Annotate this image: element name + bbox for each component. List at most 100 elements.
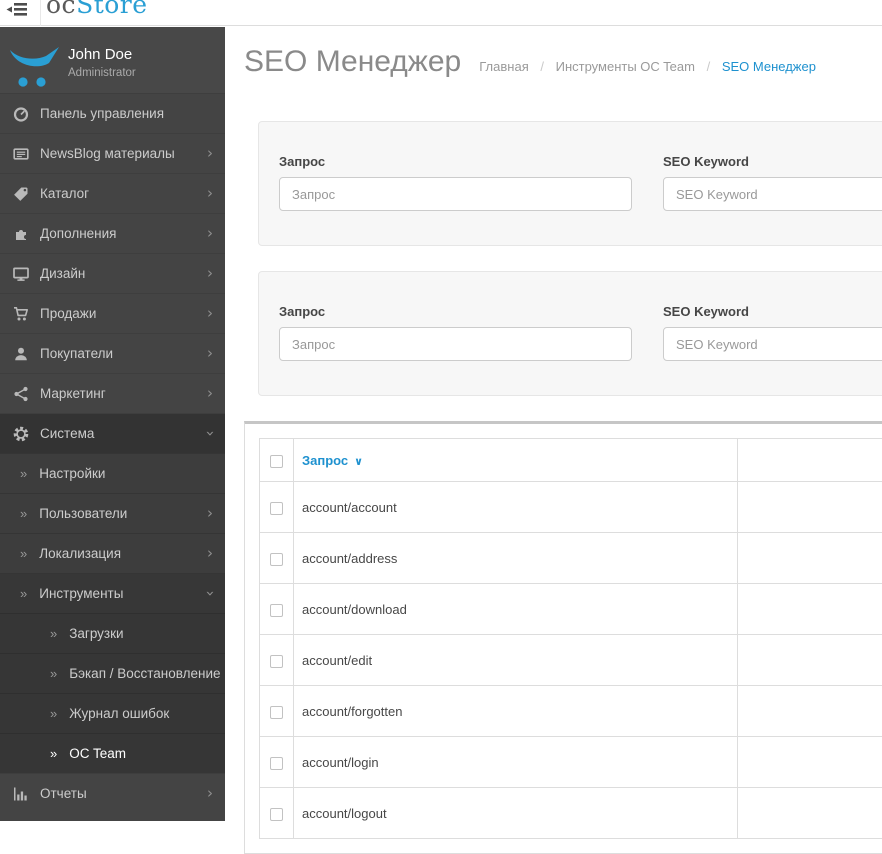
sidebar-item-label: Инструменты — [39, 586, 123, 601]
sidebar-item-catalog[interactable]: Каталог › — [0, 173, 225, 213]
query-label: Запрос — [279, 304, 632, 319]
newspaper-icon — [12, 146, 30, 162]
user-icon — [12, 346, 30, 362]
sidebar-item-error-log[interactable]: » Журнал ошибок — [0, 693, 225, 733]
chevron-right-icon: › — [207, 186, 213, 201]
desktop-icon — [12, 266, 30, 282]
sidebar-item-sales[interactable]: Продажи › — [0, 293, 225, 333]
seo-list-panel-body: Запрос∨ account/account account/address — [245, 424, 882, 853]
seo-keyword-cell — [738, 482, 882, 533]
sidebar-item-settings[interactable]: » Настройки — [0, 453, 225, 493]
sidebar-item-dashboard[interactable]: Панель управления — [0, 93, 225, 133]
sidebar-item-extensions[interactable]: Дополнения › — [0, 213, 225, 253]
sidebar-item-label: Система — [40, 426, 94, 441]
filter-field-seo-keyword: SEO Keyword — [663, 304, 882, 361]
tag-icon — [12, 186, 30, 202]
angle-double-right-icon: » — [20, 546, 27, 561]
sidebar-item-design[interactable]: Дизайн › — [0, 253, 225, 293]
page-header: SEO Менеджер Главная / Инструменты OC Te… — [244, 41, 882, 83]
sidebar-item-localisation[interactable]: » Локализация › — [0, 533, 225, 573]
query-cell: account/account — [294, 482, 738, 533]
filter-panel-1: Запрос SEO Keyword — [258, 121, 882, 246]
logo-text-oc: oc — [46, 0, 76, 19]
sidebar-item-label: Загрузки — [69, 626, 123, 641]
seo-keyword-label: SEO Keyword — [663, 154, 882, 169]
select-all-checkbox[interactable] — [270, 455, 283, 468]
seo-keyword-input[interactable] — [663, 327, 882, 361]
sidebar-item-tools[interactable]: » Инструменты › — [0, 573, 225, 613]
dashboard-icon — [12, 106, 30, 122]
seo-keyword-input[interactable] — [663, 177, 882, 211]
breadcrumb-tools-link[interactable]: Инструменты OC Team — [556, 59, 695, 74]
filter-field-seo-keyword: SEO Keyword — [663, 154, 882, 211]
breadcrumb-separator: / — [707, 59, 711, 74]
row-checkbox[interactable] — [270, 655, 283, 668]
seo-keyword-column-header — [738, 439, 882, 482]
chevron-down-icon: › — [203, 591, 218, 597]
angle-double-right-icon: » — [50, 746, 57, 761]
angle-double-right-icon: » — [50, 666, 57, 681]
seo-keyword-cell — [738, 788, 882, 839]
row-checkbox[interactable] — [270, 502, 283, 515]
table-row: account/login — [260, 737, 882, 788]
main-content: SEO Менеджер Главная / Инструменты OC Te… — [225, 27, 882, 854]
chevron-right-icon: › — [207, 346, 213, 361]
bar-chart-icon — [12, 786, 30, 802]
sidebar-item-customers[interactable]: Покупатели › — [0, 333, 225, 373]
query-cell: account/forgotten — [294, 686, 738, 737]
page-title: SEO Менеджер — [244, 41, 461, 83]
query-label: Запрос — [279, 154, 632, 169]
row-checkbox[interactable] — [270, 604, 283, 617]
query-cell: account/download — [294, 584, 738, 635]
breadcrumb-home-link[interactable]: Главная — [479, 59, 528, 74]
seo-keyword-cell — [738, 533, 882, 584]
sidebar-item-newsblog[interactable]: NewsBlog материалы › — [0, 133, 225, 173]
query-input[interactable] — [279, 327, 632, 361]
row-checkbox[interactable] — [270, 706, 283, 719]
sidebar-item-reports[interactable]: Отчеты › — [0, 773, 225, 813]
sidebar-item-users[interactable]: » Пользователи › — [0, 493, 225, 533]
chevron-right-icon: › — [207, 546, 213, 561]
seo-keyword-cell — [738, 584, 882, 635]
filter-section: Запрос SEO Keyword Запрос SEO Keyword — [244, 121, 882, 396]
puzzle-piece-icon — [12, 226, 30, 242]
sidebar-item-label: NewsBlog материалы — [40, 146, 175, 161]
filter-panel-2: Запрос SEO Keyword — [258, 271, 882, 396]
breadcrumb: Главная / Инструменты OC Team / SEO Мене… — [479, 59, 816, 74]
chevron-down-icon: › — [203, 431, 218, 437]
row-checkbox[interactable] — [270, 757, 283, 770]
table-row: account/edit — [260, 635, 882, 686]
sidebar-item-system[interactable]: Система › — [0, 413, 225, 453]
angle-double-right-icon: » — [20, 586, 27, 601]
sidebar-item-label: Бэкап / Восстановление — [69, 666, 220, 681]
table-header-row: Запрос∨ — [260, 439, 882, 482]
query-cell: account/edit — [294, 635, 738, 686]
angle-double-right-icon: » — [20, 506, 27, 521]
row-checkbox[interactable] — [270, 553, 283, 566]
sidebar-item-oc-team[interactable]: » OC Team — [0, 733, 225, 773]
menu-toggle-button[interactable] — [6, 2, 28, 20]
query-column-header: Запрос — [302, 453, 348, 468]
outdent-icon — [6, 2, 28, 20]
row-checkbox[interactable] — [270, 808, 283, 821]
chevron-right-icon: › — [207, 146, 213, 161]
sidebar-item-backup-restore[interactable]: » Бэкап / Восстановление — [0, 653, 225, 693]
user-info: John Doe Administrator — [68, 46, 136, 79]
chevron-right-icon: › — [207, 226, 213, 241]
gear-icon — [12, 426, 30, 442]
chevron-right-icon: › — [207, 386, 213, 401]
query-input[interactable] — [279, 177, 632, 211]
sort-by-query-link[interactable]: Запрос∨ — [302, 453, 363, 468]
top-navbar: ocStore — [0, 0, 882, 26]
angle-double-right-icon: » — [50, 706, 57, 721]
share-icon — [12, 386, 30, 402]
user-role: Administrator — [68, 67, 136, 79]
sidebar-item-label: Настройки — [39, 466, 105, 481]
breadcrumb-current-link[interactable]: SEO Менеджер — [722, 59, 816, 74]
store-logo[interactable]: ocStore — [46, 0, 148, 19]
sidebar-item-marketing[interactable]: Маркетинг › — [0, 373, 225, 413]
seo-table: Запрос∨ account/account account/address — [259, 438, 882, 839]
sidebar-item-label: Панель управления — [40, 106, 164, 121]
seo-list-panel: Запрос∨ account/account account/address — [244, 421, 882, 854]
sidebar-item-uploads[interactable]: » Загрузки — [0, 613, 225, 653]
